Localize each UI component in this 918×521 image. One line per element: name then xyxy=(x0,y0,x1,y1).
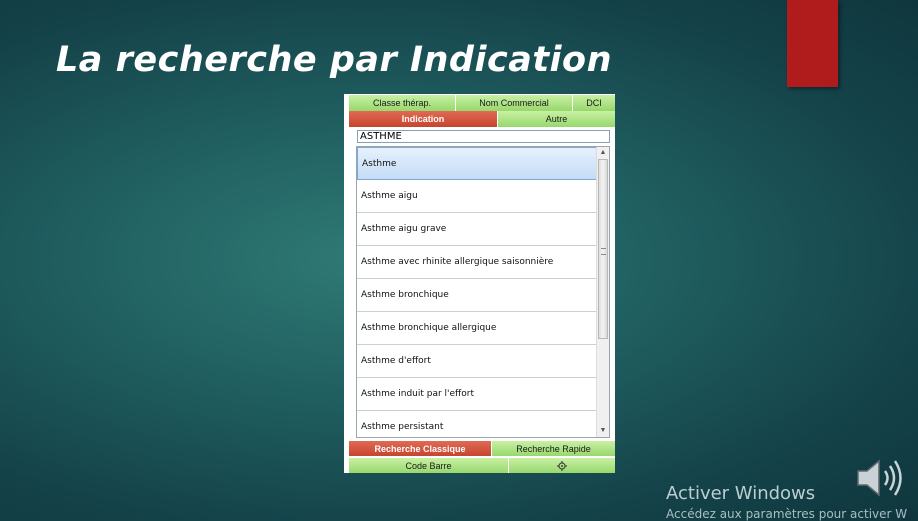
scroll-thumb[interactable] xyxy=(598,159,608,339)
search-input[interactable] xyxy=(357,130,610,143)
vertical-scrollbar[interactable]: ▲ ▼ xyxy=(596,147,609,437)
list-item[interactable]: Asthme d'effort xyxy=(357,345,597,378)
tab-autre[interactable]: Autre xyxy=(498,111,615,127)
scroll-grip-icon xyxy=(601,248,606,255)
settings-button[interactable] xyxy=(509,458,615,473)
windows-activation-subtitle: Accédez aux paramètres pour activer W xyxy=(666,507,908,521)
list-item[interactable]: Asthme bronchique xyxy=(357,279,597,312)
speaker-icon[interactable] xyxy=(855,457,903,499)
scroll-up-arrow-icon[interactable]: ▲ xyxy=(597,148,609,158)
search-panel: Classe thérap. Nom Commercial DCI Indica… xyxy=(344,94,615,473)
slide-accent-bar xyxy=(787,0,838,87)
list-item[interactable]: Asthme xyxy=(357,147,597,180)
list-item[interactable]: Asthme aigu xyxy=(357,180,597,213)
tab-recherche-classique[interactable]: Recherche Classique xyxy=(349,441,492,456)
list-item[interactable]: Asthme avec rhinite allergique saisonniè… xyxy=(357,246,597,279)
tab-dci[interactable]: DCI xyxy=(573,95,615,111)
results-list: Asthme Asthme aigu Asthme aigu grave Ast… xyxy=(356,146,610,438)
scroll-down-arrow-icon[interactable]: ▼ xyxy=(597,426,609,436)
second-tabs: Indication Autre xyxy=(349,111,615,127)
bottom-tabs: Recherche Classique Recherche Rapide xyxy=(349,441,615,456)
list-item[interactable]: Asthme persistant xyxy=(357,411,597,437)
list-item[interactable]: Asthme induit par l'effort xyxy=(357,378,597,411)
tab-indication[interactable]: Indication xyxy=(349,111,498,127)
tab-classe-therap[interactable]: Classe thérap. xyxy=(349,95,456,111)
settings-icon xyxy=(557,460,567,471)
top-tabs: Classe thérap. Nom Commercial DCI xyxy=(349,95,615,111)
slide-title: La recherche par Indication xyxy=(56,40,613,80)
code-barre-button[interactable]: Code Barre xyxy=(349,458,509,473)
list-item[interactable]: Asthme bronchique allergique xyxy=(357,312,597,345)
windows-activation-title: Activer Windows xyxy=(666,483,816,504)
bottom-actions: Code Barre xyxy=(349,458,615,473)
tab-nom-commercial[interactable]: Nom Commercial xyxy=(456,95,573,111)
tab-recherche-rapide[interactable]: Recherche Rapide xyxy=(492,441,615,456)
list-item[interactable]: Asthme aigu grave xyxy=(357,213,597,246)
